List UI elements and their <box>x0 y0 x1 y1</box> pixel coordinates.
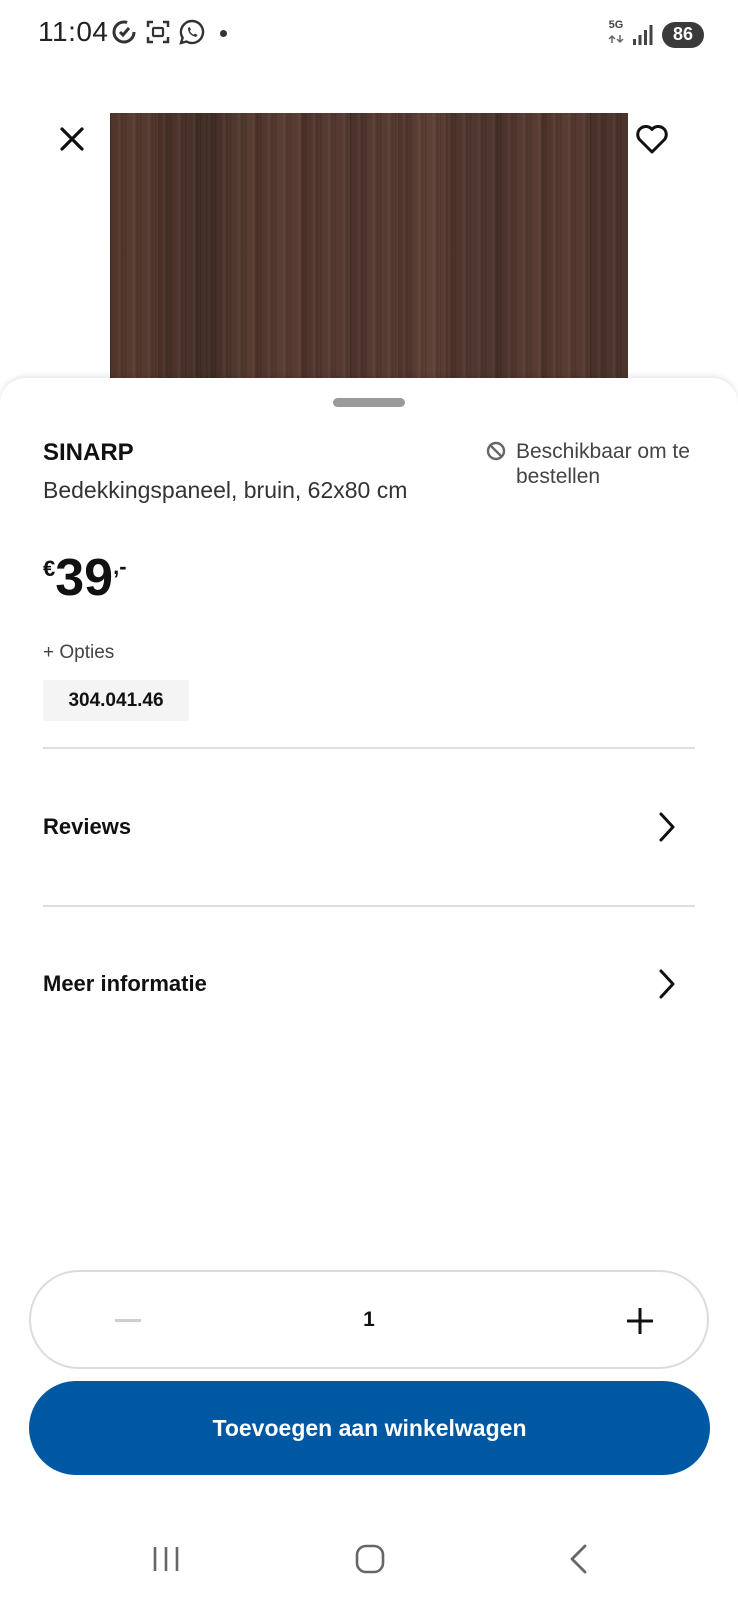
price-suffix: ,- <box>113 554 127 579</box>
plus-icon <box>627 1308 653 1334</box>
chevron-right-icon <box>649 809 685 845</box>
unavailable-icon <box>486 441 506 461</box>
add-to-cart-button[interactable]: Toevoegen aan winkelwagen <box>29 1381 710 1475</box>
close-icon <box>60 127 84 151</box>
5g-icon: 5G <box>608 20 624 49</box>
favorite-button[interactable] <box>628 115 676 163</box>
recent-apps-button[interactable] <box>141 1534 191 1584</box>
more-info-row[interactable]: Meer informatie <box>43 939 695 1029</box>
heart-icon <box>636 125 668 154</box>
article-number: 304.041.46 <box>43 680 189 721</box>
options-link[interactable]: + Opties <box>43 642 114 664</box>
recent-apps-icon <box>153 1547 179 1571</box>
status-system-icons: 5G 86 <box>608 20 704 49</box>
minus-icon <box>115 1319 141 1322</box>
sync-icon <box>112 20 136 44</box>
product-image <box>110 113 628 383</box>
product-detail-screen: 11:04 5G 86 SINARP Bedekkingspaneel, bru… <box>0 0 738 1600</box>
whatsapp-icon <box>179 19 205 45</box>
product-price: € 39 ,- <box>43 550 127 606</box>
chevron-right-icon <box>649 966 685 1002</box>
increase-quantity-button[interactable] <box>615 1296 665 1346</box>
status-time: 11:04 <box>38 16 109 47</box>
availability-status: Beschikbaar om te bestellen <box>486 439 696 489</box>
wood-texture <box>110 113 628 383</box>
sheet-drag-handle[interactable] <box>333 398 405 407</box>
home-icon <box>355 1544 385 1574</box>
close-button[interactable] <box>48 115 96 163</box>
data-arrows-icon <box>608 34 624 44</box>
quantity-stepper: 1 <box>29 1270 709 1369</box>
status-bar: 11:04 5G 86 <box>0 0 738 70</box>
decrease-quantity-button[interactable] <box>103 1296 153 1346</box>
reviews-row[interactable]: Reviews <box>43 782 695 872</box>
more-info-label: Meer informatie <box>43 971 207 996</box>
product-name: SINARP <box>43 439 134 466</box>
divider <box>43 905 695 907</box>
divider <box>43 747 695 749</box>
price-amount: 39 <box>55 549 114 607</box>
back-button[interactable] <box>553 1534 603 1584</box>
signal-icon <box>633 24 653 45</box>
system-nav-bar <box>0 1520 738 1600</box>
home-button[interactable] <box>345 1534 395 1584</box>
screenshot-icon <box>146 20 170 44</box>
back-icon <box>570 1544 587 1574</box>
reviews-label: Reviews <box>43 814 132 839</box>
notification-dot <box>220 29 227 37</box>
availability-text: Beschikbaar om te bestellen <box>516 440 690 488</box>
status-notification-icons <box>110 18 227 46</box>
battery-icon: 86 <box>662 21 704 48</box>
product-description: Bedekkingspaneel, bruin, 62x80 cm <box>43 477 408 503</box>
price-currency: € <box>43 556 56 581</box>
